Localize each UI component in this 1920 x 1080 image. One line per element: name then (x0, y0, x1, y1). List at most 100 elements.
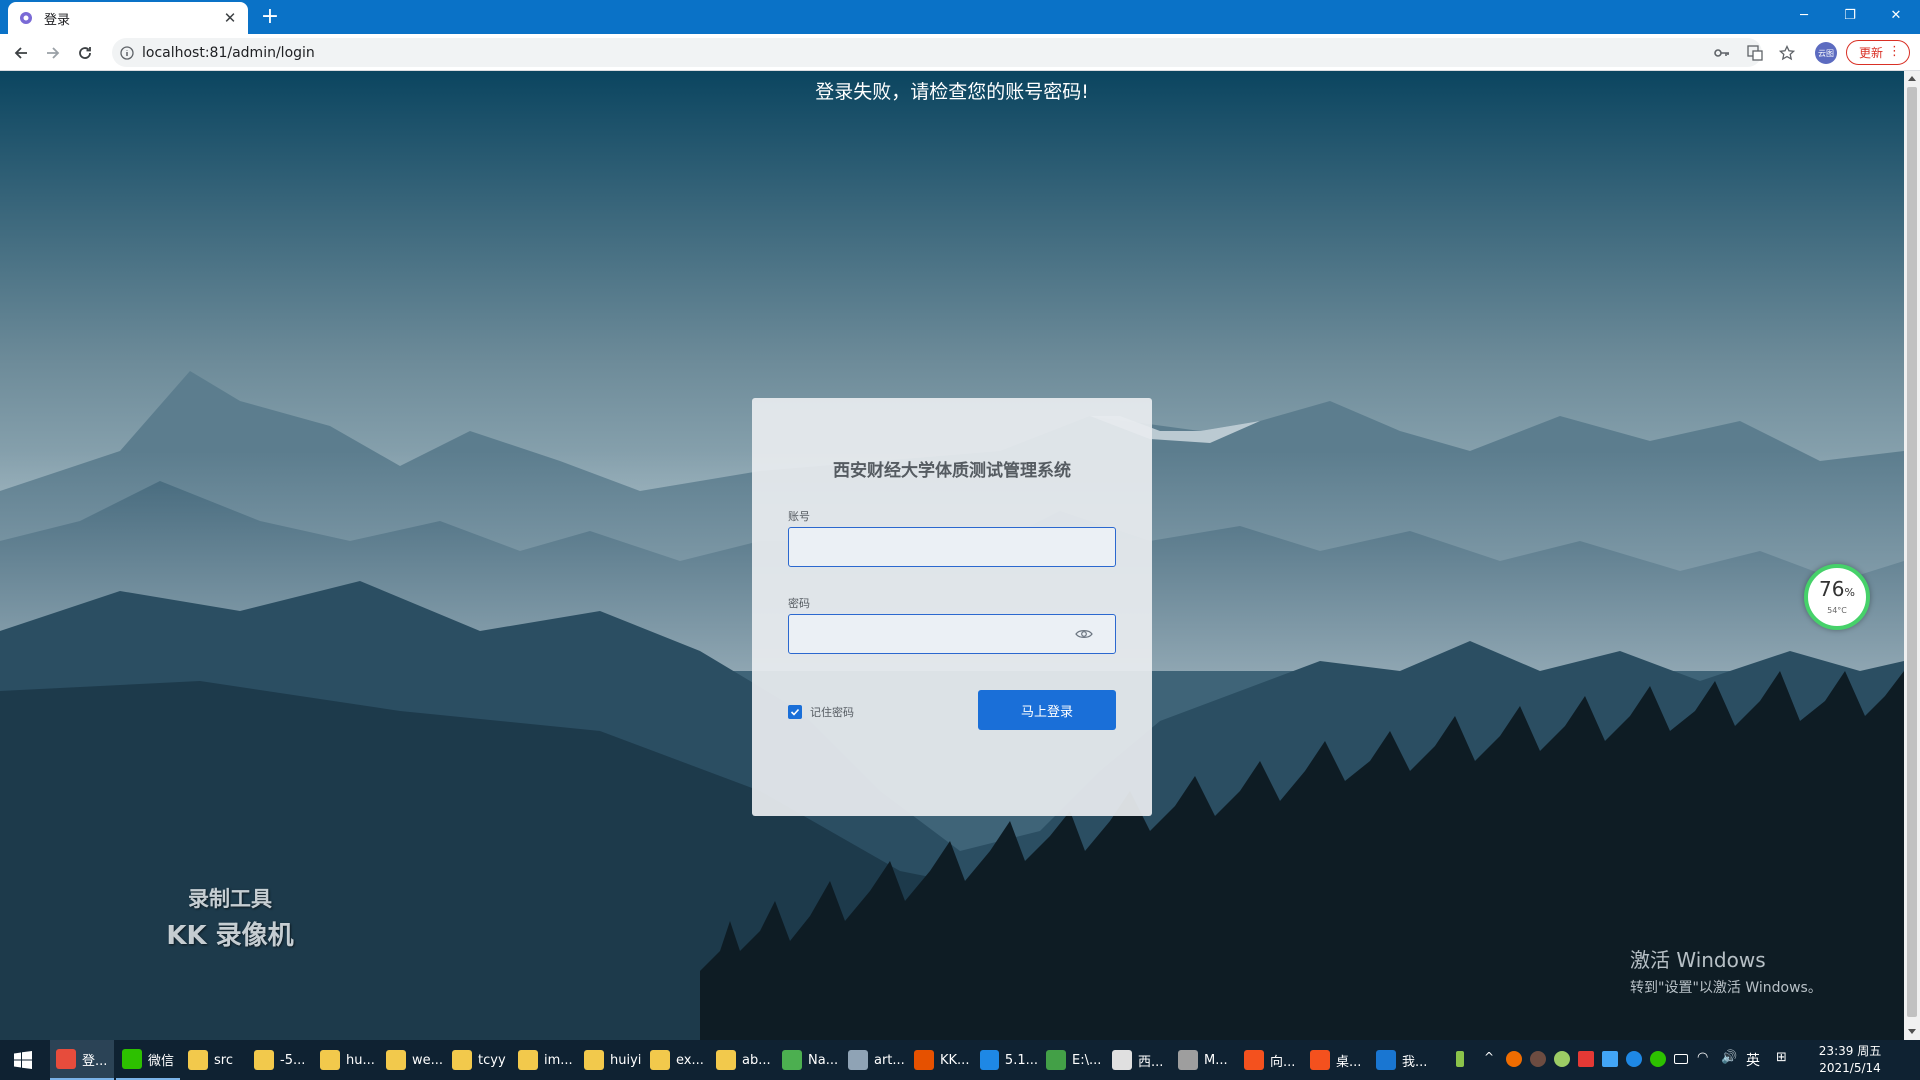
browser-toolbar: localhost:81/admin/login 云图 更新 ⋮ (0, 34, 1920, 71)
tray-app-icon[interactable] (1578, 1051, 1594, 1067)
password-input[interactable] (788, 614, 1116, 654)
taskbar-item-label: art... (874, 1052, 905, 1068)
system-monitor-widget[interactable]: 76% 54°C (1804, 564, 1870, 630)
taskbar-item[interactable]: KK... (908, 1040, 972, 1080)
remember-checkbox[interactable] (788, 705, 802, 719)
network-icon[interactable] (1674, 1054, 1688, 1064)
taskbar-item[interactable]: 西... (1106, 1040, 1170, 1080)
navicat-icon (782, 1050, 802, 1070)
translate-icon[interactable] (1743, 41, 1767, 65)
taskbar-item[interactable]: src (182, 1040, 246, 1080)
wechat-tray-icon[interactable] (1650, 1051, 1666, 1067)
key-icon[interactable] (1710, 41, 1734, 65)
app-icon (848, 1050, 868, 1070)
star-icon[interactable] (1775, 41, 1799, 65)
taskbar-item-label: 桌... (1336, 1054, 1362, 1070)
back-arrow-icon[interactable] (8, 40, 34, 66)
ime-indicator[interactable]: 英 (1746, 1050, 1760, 1070)
scroll-up-icon[interactable] (1908, 76, 1916, 81)
taskbar-item[interactable]: huiyi (578, 1040, 642, 1080)
gear-icon (20, 12, 32, 24)
restore-icon[interactable]: ❐ (1827, 0, 1873, 30)
taskbar-item[interactable]: 桌... (1304, 1040, 1368, 1080)
account-label: 账号 (788, 510, 810, 523)
battery-icon[interactable] (1456, 1051, 1464, 1067)
update-button[interactable]: 更新 ⋮ (1846, 40, 1910, 65)
scroll-down-icon[interactable] (1908, 1029, 1916, 1034)
plus-icon[interactable]: + (258, 6, 282, 30)
windows-start-icon[interactable] (0, 1040, 46, 1080)
folder-icon (386, 1050, 406, 1070)
browser-tabstrip: 登录 ✕ + ─ ❐ ✕ (0, 0, 1920, 34)
clock-time: 23:39 周五 (1818, 1044, 1882, 1058)
tray-app-icon[interactable] (1554, 1051, 1570, 1067)
taskbar-item[interactable]: E:\... (1040, 1040, 1104, 1080)
forward-arrow-icon[interactable] (40, 40, 66, 66)
taskbar-item-label: im... (544, 1052, 573, 1068)
activation-title: 激活 Windows (1630, 948, 1766, 972)
folder-icon (584, 1050, 604, 1070)
phone-icon (1376, 1050, 1396, 1070)
menu-dots-icon: ⋮ (1888, 44, 1901, 59)
remember-password[interactable]: 记住密码 (788, 704, 854, 720)
tray-app-icon[interactable] (1506, 1051, 1522, 1067)
taskbar-item[interactable]: 登... (50, 1040, 114, 1080)
recorder-watermark: 录制工具 KK 录像机 (160, 883, 300, 952)
tab-login[interactable]: 登录 ✕ (8, 2, 248, 34)
taskbar-item[interactable]: we... (380, 1040, 444, 1080)
taskbar-item-label: KK... (940, 1052, 970, 1068)
folder-icon (452, 1050, 472, 1070)
taskbar-item-label: ex... (676, 1052, 704, 1068)
taskbar-item[interactable]: 向... (1238, 1040, 1302, 1080)
vscode-icon (980, 1050, 999, 1070)
taskbar-item-label: huiyi (610, 1052, 642, 1068)
taskbar-item-label: 向... (1270, 1054, 1296, 1070)
taskbar-item[interactable]: 我... (1370, 1040, 1434, 1080)
taskbar-item[interactable]: ex... (644, 1040, 708, 1080)
login-error-message: 登录失败，请检查您的账号密码! (815, 81, 1089, 103)
eye-icon[interactable] (1075, 627, 1093, 641)
taskbar-item[interactable]: M... (1172, 1040, 1236, 1080)
volume-icon[interactable]: 🔊 (1721, 1050, 1737, 1065)
tray-app-icon[interactable] (1530, 1051, 1546, 1067)
reload-icon[interactable] (72, 40, 98, 66)
taskbar-clock[interactable]: 23:39 周五 2021/5/14 (1810, 1043, 1890, 1077)
taskbar-item[interactable]: ab... (710, 1040, 774, 1080)
checkmark-icon (790, 708, 800, 716)
account-input[interactable] (788, 527, 1116, 567)
taskbar-item-label: src (214, 1052, 233, 1068)
address-bar[interactable]: localhost:81/admin/login (112, 38, 1762, 67)
taskbar-item-label: 5.1... (1004, 1052, 1038, 1068)
remember-label: 记住密码 (810, 706, 854, 719)
wifi-icon[interactable]: ◠ (1697, 1050, 1708, 1065)
close-icon[interactable]: ✕ (222, 9, 238, 27)
slides-icon (1310, 1050, 1330, 1070)
page-scrollbar[interactable] (1904, 71, 1920, 1040)
chat-icon (1112, 1050, 1132, 1070)
folder-icon (518, 1050, 538, 1070)
chevron-up-icon[interactable]: ^ (1484, 1050, 1494, 1064)
clock-date: 2021/5/14 (1819, 1061, 1881, 1075)
ime-keyboard-icon[interactable]: ⊞ (1776, 1050, 1787, 1065)
pen-icon (1178, 1050, 1198, 1070)
tray-app-icon[interactable] (1602, 1051, 1618, 1067)
login-button[interactable]: 马上登录 (978, 690, 1116, 730)
taskbar-item[interactable]: 5.1... (974, 1040, 1038, 1080)
taskbar-item-label: -5... (280, 1052, 306, 1068)
minimize-icon[interactable]: ─ (1781, 0, 1827, 30)
monitor-percent: 76% (1819, 577, 1855, 601)
taskbar-item[interactable]: im... (512, 1040, 576, 1080)
taskbar-item[interactable]: Na... (776, 1040, 840, 1080)
close-window-icon[interactable]: ✕ (1873, 0, 1919, 30)
profile-avatar[interactable]: 云图 (1815, 42, 1837, 64)
tray-app-icon[interactable] (1626, 1051, 1642, 1067)
info-icon[interactable] (120, 45, 134, 60)
taskbar-item[interactable]: art... (842, 1040, 906, 1080)
taskbar-item[interactable]: hu... (314, 1040, 378, 1080)
taskbar-item[interactable]: 微信 (116, 1040, 180, 1080)
taskbar-item[interactable]: tcyy (446, 1040, 510, 1080)
scroll-thumb[interactable] (1907, 87, 1917, 1017)
folder-icon (254, 1050, 274, 1070)
taskbar-item[interactable]: -5... (248, 1040, 312, 1080)
taskbar-item-label: E:\... (1072, 1052, 1102, 1068)
